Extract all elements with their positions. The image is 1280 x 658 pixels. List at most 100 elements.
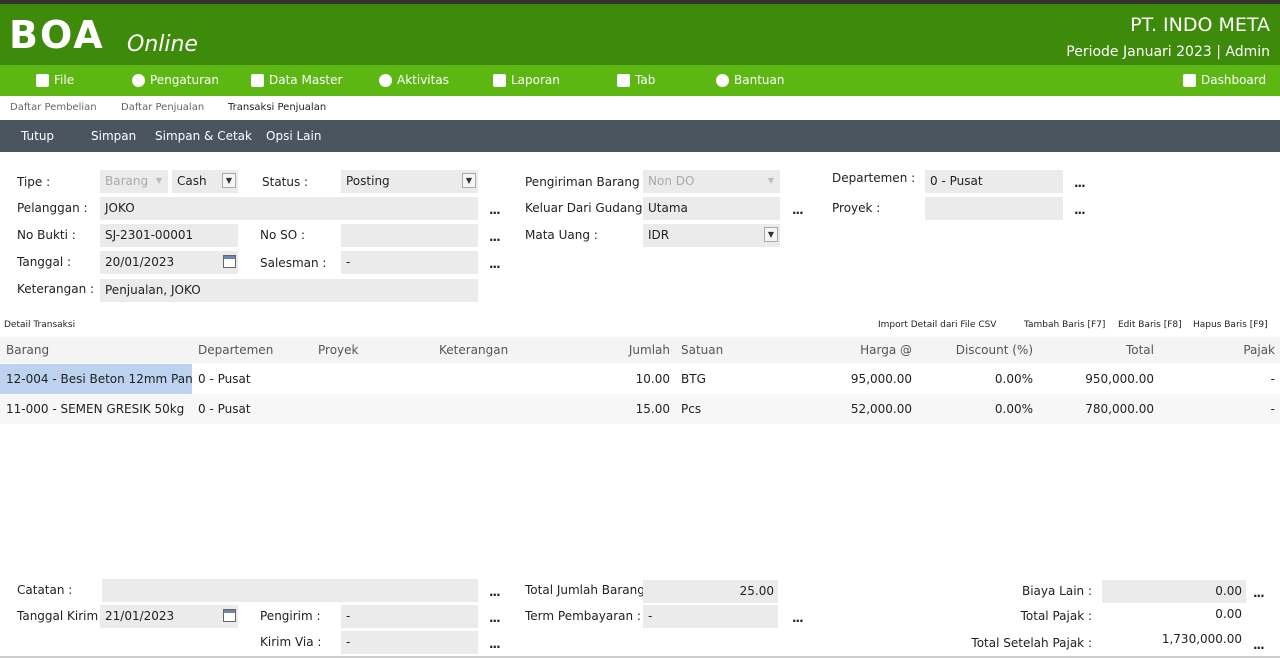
term-field[interactable]: -: [643, 605, 778, 628]
menu-pengaturan[interactable]: Pengaturan: [132, 65, 219, 96]
col-proyek[interactable]: Proyek: [318, 337, 358, 363]
period-user: Periode Januari 2023 | Admin: [1066, 44, 1270, 60]
col-keterangan[interactable]: Keterangan: [439, 337, 508, 363]
gudang-field[interactable]: Utama: [643, 197, 780, 220]
tambah-baris-link[interactable]: Tambah Baris [F7]: [1024, 320, 1105, 330]
col-pajak[interactable]: Pajak: [1220, 337, 1275, 363]
payment-select[interactable]: Cash ▼: [172, 170, 238, 193]
import-csv-link[interactable]: Import Detail dari File CSV: [878, 320, 996, 330]
cell-total[interactable]: 780,000.00: [1060, 394, 1154, 424]
keterangan-field[interactable]: Penjualan, JOKO: [100, 279, 478, 302]
col-total[interactable]: Total: [1060, 337, 1154, 363]
cell-harga[interactable]: 52,000.00: [830, 394, 912, 424]
menu-laporan[interactable]: Laporan: [493, 65, 560, 96]
dashboard-icon: [1183, 74, 1196, 87]
pengiriman-select[interactable]: Non DO ▼: [643, 170, 780, 193]
tipe-select[interactable]: Barang ▼: [100, 170, 168, 193]
edit-baris-link[interactable]: Edit Baris [F8]: [1118, 320, 1182, 330]
noso-field[interactable]: [341, 224, 478, 247]
salesman-lookup-button[interactable]: ...: [489, 257, 501, 271]
pengirim-lookup-button[interactable]: ...: [489, 611, 501, 625]
opsi-lain-button[interactable]: Opsi Lain: [266, 120, 321, 152]
menu-tab[interactable]: Tab: [617, 65, 655, 96]
col-barang[interactable]: Barang: [6, 337, 49, 363]
nobukti-label: No Bukti :: [17, 228, 76, 242]
cell-discount[interactable]: 0.00%: [940, 394, 1033, 424]
cell-departemen[interactable]: 0 - Pusat: [198, 394, 251, 424]
file-icon: [36, 74, 49, 87]
cell-discount[interactable]: 0.00%: [940, 364, 1033, 394]
tutup-button[interactable]: Tutup: [21, 120, 54, 152]
table-row[interactable]: 11-000 - SEMEN GRESIK 50kg 0 - Pusat 15.…: [0, 394, 1280, 424]
status-label: Status :: [262, 175, 309, 189]
pelanggan-field[interactable]: JOKO: [100, 197, 478, 220]
menu-bantuan-label: Bantuan: [734, 73, 785, 87]
departemen-lookup-button[interactable]: ...: [1074, 176, 1086, 190]
pengirim-field[interactable]: -: [341, 605, 478, 628]
kirimvia-lookup-button[interactable]: ...: [489, 637, 501, 651]
col-satuan[interactable]: Satuan: [681, 337, 723, 363]
biaya-field[interactable]: 0.00: [1102, 580, 1246, 603]
tglkirim-field[interactable]: 21/01/2023: [100, 605, 238, 628]
tab-daftar-penjualan[interactable]: Daftar Penjualan: [121, 96, 204, 120]
col-harga[interactable]: Harga @: [830, 337, 912, 363]
catatan-lookup-button[interactable]: ...: [489, 585, 501, 599]
gudang-label: Keluar Dari Gudang :: [525, 201, 651, 215]
departemen-field[interactable]: 0 - Pusat: [925, 170, 1063, 193]
matauang-select[interactable]: IDR ▼: [643, 224, 780, 247]
table-row[interactable]: 12-004 - Besi Beton 12mm Panjang 0 - Pus…: [0, 364, 1280, 394]
col-jumlah[interactable]: Jumlah: [600, 337, 670, 363]
cell-satuan[interactable]: Pcs: [681, 394, 701, 424]
cell-total[interactable]: 950,000.00: [1060, 364, 1154, 394]
totalpajak-label: Total Pajak :: [1020, 609, 1092, 623]
cell-jumlah[interactable]: 15.00: [600, 394, 670, 424]
pelanggan-lookup-button[interactable]: ...: [489, 203, 501, 217]
noso-label: No SO :: [260, 228, 306, 242]
simpan-button[interactable]: Simpan: [91, 120, 136, 152]
menu-aktivitas[interactable]: Aktivitas: [379, 65, 449, 96]
menu-aktivitas-label: Aktivitas: [397, 73, 449, 87]
cell-barang[interactable]: 11-000 - SEMEN GRESIK 50kg: [6, 394, 192, 424]
gudang-lookup-button[interactable]: ...: [792, 203, 804, 217]
tglkirim-label: Tanggal Kirim :: [17, 609, 107, 623]
proyek-lookup-button[interactable]: ...: [1074, 203, 1086, 217]
col-departemen[interactable]: Departemen: [198, 337, 273, 363]
chevron-down-icon: ▼: [462, 173, 476, 188]
kirimvia-field[interactable]: -: [341, 631, 478, 654]
nobukti-field[interactable]: SJ-2301-00001: [100, 224, 238, 247]
cell-harga[interactable]: 95,000.00: [830, 364, 912, 394]
payment-value: Cash: [177, 174, 207, 188]
matauang-value: IDR: [648, 228, 670, 242]
tanggal-value: 20/01/2023: [105, 255, 175, 269]
simpan-cetak-button[interactable]: Simpan & Cetak: [155, 120, 252, 152]
tipe-label: Tipe :: [17, 175, 51, 189]
cell-pajak[interactable]: -: [1220, 394, 1275, 424]
catatan-field[interactable]: [102, 579, 478, 602]
cell-pajak[interactable]: -: [1220, 364, 1275, 394]
menu-file[interactable]: File: [36, 65, 74, 96]
col-discount[interactable]: Discount (%): [940, 337, 1033, 363]
menu-data-master[interactable]: Data Master: [251, 65, 342, 96]
calendar-icon[interactable]: [223, 255, 236, 268]
calendar-icon[interactable]: [223, 609, 236, 622]
tanggal-field[interactable]: 20/01/2023: [100, 251, 238, 274]
setelahpajak-lookup-button[interactable]: ...: [1253, 638, 1265, 652]
term-lookup-button[interactable]: ...: [792, 611, 804, 625]
menu-dashboard[interactable]: Dashboard: [1183, 65, 1266, 96]
chevron-down-icon: ▼: [222, 173, 236, 188]
cell-barang[interactable]: 12-004 - Besi Beton 12mm Panjang: [0, 364, 192, 394]
biaya-lookup-button[interactable]: ...: [1253, 586, 1265, 600]
tab-transaksi-penjualan[interactable]: Transaksi Penjualan: [228, 96, 326, 120]
status-select[interactable]: Posting ▼: [341, 170, 478, 193]
salesman-field[interactable]: -: [341, 251, 478, 274]
menu-bantuan[interactable]: Bantuan: [716, 65, 784, 96]
noso-lookup-button[interactable]: ...: [489, 230, 501, 244]
tab-daftar-pembelian[interactable]: Daftar Pembelian: [10, 96, 97, 120]
cell-satuan[interactable]: BTG: [681, 364, 706, 394]
proyek-label: Proyek :: [832, 201, 881, 215]
cell-jumlah[interactable]: 10.00: [600, 364, 670, 394]
proyek-field[interactable]: [925, 197, 1063, 220]
menu-tab-label: Tab: [635, 73, 656, 87]
hapus-baris-link[interactable]: Hapus Baris [F9]: [1193, 320, 1268, 330]
cell-departemen[interactable]: 0 - Pusat: [198, 364, 251, 394]
